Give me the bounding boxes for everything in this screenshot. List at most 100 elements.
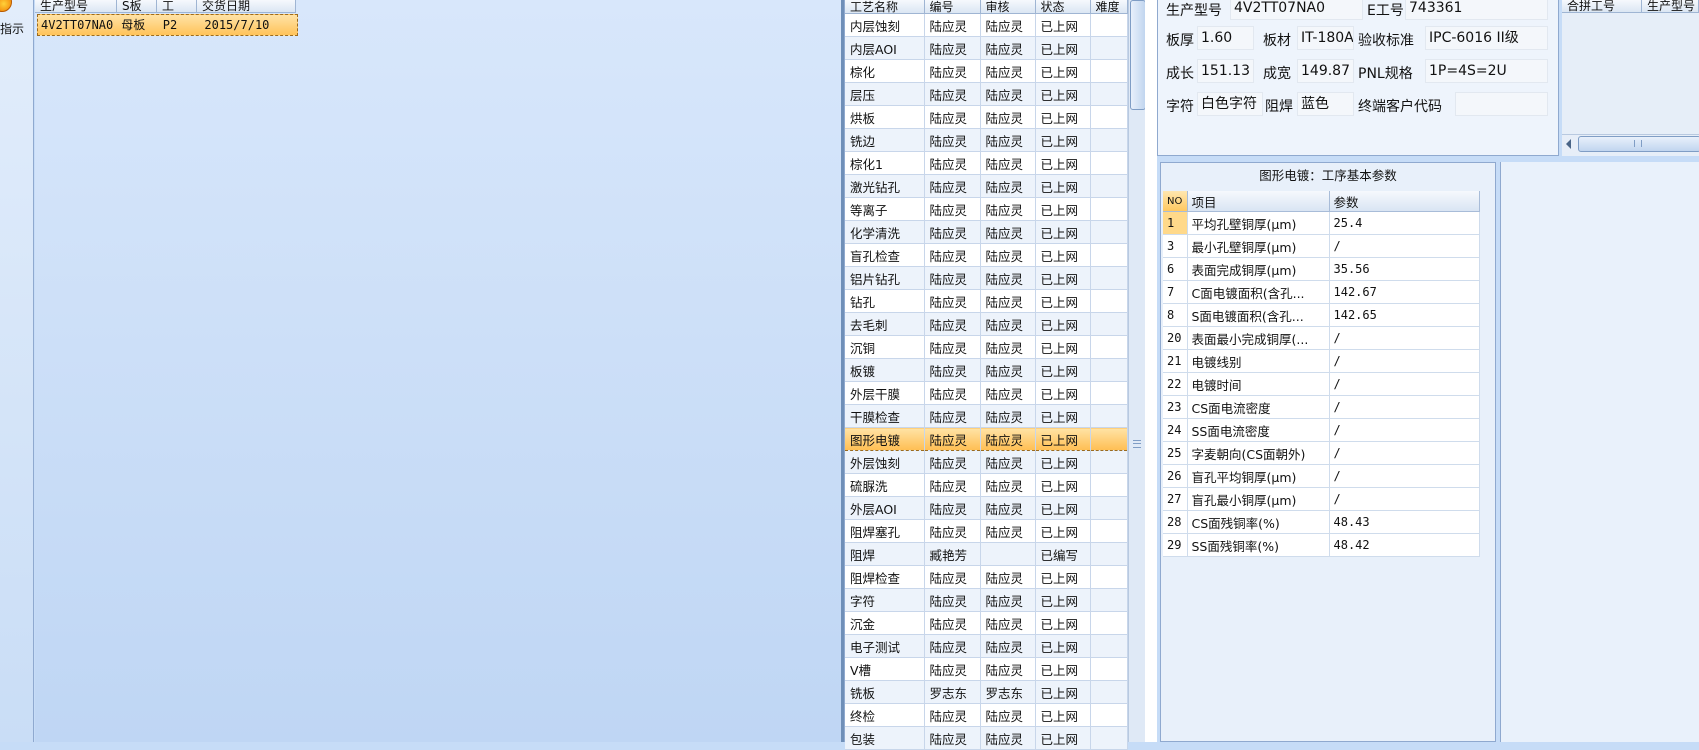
table-row[interactable]: 阻焊 臧艳芳 已编写 xyxy=(845,542,1128,566)
table-row[interactable]: 25 字麦朝向(CS面朝外) / xyxy=(1163,441,1480,465)
cell-difficulty xyxy=(1090,220,1128,244)
table-row[interactable]: 激光钻孔 陆应灵 陆应灵 已上网 xyxy=(845,174,1128,198)
table-row[interactable]: 板镀 陆应灵 陆应灵 已上网 xyxy=(845,358,1128,382)
cell-code: 陆应灵 xyxy=(924,266,981,290)
column-header-param[interactable]: 参数 xyxy=(1329,191,1480,212)
table-row[interactable]: V槽 陆应灵 陆应灵 已上网 xyxy=(845,657,1128,681)
table-row[interactable]: 图形电镀 陆应灵 陆应灵 已上网 xyxy=(845,427,1128,451)
thickness-field: 1.60 xyxy=(1197,26,1254,50)
table-row[interactable]: 层压 陆应灵 陆应灵 已上网 xyxy=(845,82,1128,106)
table-row[interactable]: 盲孔检查 陆应灵 陆应灵 已上网 xyxy=(845,243,1128,267)
instruction-label[interactable]: 指示 xyxy=(0,20,24,37)
column-header-no[interactable]: NO xyxy=(1163,191,1188,212)
table-row[interactable]: 铣板 罗志东 罗志东 已上网 xyxy=(845,680,1128,704)
column-header-s-board[interactable]: S板 xyxy=(117,0,157,13)
column-header-delivery-date[interactable]: 交货日期 xyxy=(197,0,296,13)
cell-code: 陆应灵 xyxy=(924,634,981,658)
cell-status: 已上网 xyxy=(1035,634,1091,658)
cell-param: 48.42 xyxy=(1329,533,1480,557)
table-row[interactable]: 21 电镀线别 / xyxy=(1163,349,1480,373)
table-row[interactable]: 内层蚀刻 陆应灵 陆应灵 已上网 xyxy=(845,13,1128,37)
cell-difficulty xyxy=(1090,128,1128,152)
merge-panel-scrollbar[interactable] xyxy=(1562,134,1699,152)
cell-param: / xyxy=(1329,395,1480,419)
table-row[interactable]: 7 C面电镀面积(含孔... 142.67 xyxy=(1163,280,1480,304)
instruction-orb-icon[interactable] xyxy=(0,0,12,12)
table-row[interactable]: 钻孔 陆应灵 陆应灵 已上网 xyxy=(845,289,1128,313)
table-row[interactable]: 28 CS面残铜率(%) 48.43 xyxy=(1163,510,1480,534)
table-row[interactable]: 4V2TT07NA0 母板 P2 2015/7/10 xyxy=(37,14,298,36)
table-row[interactable]: 22 电镀时间 / xyxy=(1163,372,1480,396)
table-row[interactable]: 去毛刺 陆应灵 陆应灵 已上网 xyxy=(845,312,1128,336)
column-header-model[interactable]: 生产型号 xyxy=(35,0,117,13)
table-row[interactable]: 沉铜 陆应灵 陆应灵 已上网 xyxy=(845,335,1128,359)
column-header-merge-model[interactable]: 生产型号 xyxy=(1642,0,1699,13)
table-row[interactable]: 烘板 陆应灵 陆应灵 已上网 xyxy=(845,105,1128,129)
table-row[interactable]: 24 SS面电流密度 / xyxy=(1163,418,1480,442)
cell-status: 已上网 xyxy=(1035,427,1091,451)
cell-review: 陆应灵 xyxy=(980,312,1036,336)
table-row[interactable]: 内层AOI 陆应灵 陆应灵 已上网 xyxy=(845,36,1128,60)
table-row[interactable]: 干膜检查 陆应灵 陆应灵 已上网 xyxy=(845,404,1128,428)
cell-process: 棕化1 xyxy=(845,151,925,175)
table-row[interactable]: 26 盲孔平均铜厚(μm) / xyxy=(1163,464,1480,488)
table-row[interactable]: 电子测试 陆应灵 陆应灵 已上网 xyxy=(845,634,1128,658)
cell-difficulty xyxy=(1090,680,1128,704)
column-header-review[interactable]: 审核 xyxy=(980,0,1036,14)
table-row[interactable]: 6 表面完成铜厚(μm) 35.56 xyxy=(1163,257,1480,281)
table-row[interactable]: 铝片钻孔 陆应灵 陆应灵 已上网 xyxy=(845,266,1128,290)
cell-process: 激光钻孔 xyxy=(845,174,925,198)
scrollbar-thumb[interactable] xyxy=(1578,136,1699,152)
cell-item: 电镀线别 xyxy=(1187,349,1330,373)
table-row[interactable]: 字符 陆应灵 陆应灵 已上网 xyxy=(845,588,1128,612)
table-row[interactable]: 终检 陆应灵 陆应灵 已上网 xyxy=(845,703,1128,727)
table-row[interactable]: 硫脲洗 陆应灵 陆应灵 已上网 xyxy=(845,473,1128,497)
column-header-process[interactable]: 工艺名称 xyxy=(845,0,925,14)
table-row[interactable]: 阻焊塞孔 陆应灵 陆应灵 已上网 xyxy=(845,519,1128,543)
cell-code: 陆应灵 xyxy=(924,174,981,198)
table-row[interactable]: 阻焊检查 陆应灵 陆应灵 已上网 xyxy=(845,565,1128,589)
table-row[interactable]: 3 最小孔壁铜厚(μm) / xyxy=(1163,234,1480,258)
column-header-item[interactable]: 项目 xyxy=(1187,191,1330,212)
cell-item: 平均孔壁铜厚(μm) xyxy=(1187,211,1330,235)
cell-difficulty xyxy=(1090,381,1128,405)
cell-status: 已上网 xyxy=(1035,128,1091,152)
table-row[interactable]: 29 SS面残铜率(%) 48.42 xyxy=(1163,533,1480,557)
width-label: 成宽 xyxy=(1263,66,1291,82)
cell-review: 罗志东 xyxy=(980,680,1036,704)
cell-status: 已上网 xyxy=(1035,703,1091,727)
scrollbar-thumb[interactable] xyxy=(1130,0,1146,110)
cell-param: / xyxy=(1329,372,1480,396)
cell-process: 字符 xyxy=(845,588,925,612)
table-row[interactable]: 棕化 陆应灵 陆应灵 已上网 xyxy=(845,59,1128,83)
standard-label: 验收标准 xyxy=(1358,33,1414,49)
scroll-left-icon[interactable] xyxy=(1566,139,1571,149)
cell-review: 陆应灵 xyxy=(980,243,1036,267)
table-row[interactable]: 20 表面最小完成铜厚(... / xyxy=(1163,326,1480,350)
cell-item: 盲孔最小铜厚(μm) xyxy=(1187,487,1330,511)
column-header-work[interactable]: 工 xyxy=(157,0,197,13)
cell-review: 陆应灵 xyxy=(980,13,1036,37)
table-row[interactable]: 沉金 陆应灵 陆应灵 已上网 xyxy=(845,611,1128,635)
table-row[interactable]: 27 盲孔最小铜厚(μm) / xyxy=(1163,487,1480,511)
column-header-status[interactable]: 状态 xyxy=(1035,0,1091,14)
table-row[interactable]: 外层蚀刻 陆应灵 陆应灵 已上网 xyxy=(845,450,1128,474)
table-row[interactable]: 外层干膜 陆应灵 陆应灵 已上网 xyxy=(845,381,1128,405)
cell-difficulty xyxy=(1090,404,1128,428)
column-header-difficulty[interactable]: 难度 xyxy=(1090,0,1128,14)
cell-code: 陆应灵 xyxy=(924,243,981,267)
column-header-merge-no[interactable]: 合拼工号 xyxy=(1562,0,1642,13)
table-row[interactable]: 铣边 陆应灵 陆应灵 已上网 xyxy=(845,128,1128,152)
table-row[interactable]: 包装 陆应灵 陆应灵 已上网 xyxy=(845,726,1128,750)
cell-param: / xyxy=(1329,349,1480,373)
cell-param: 35.56 xyxy=(1329,257,1480,281)
table-row[interactable]: 8 S面电镀面积(含孔... 142.65 xyxy=(1163,303,1480,327)
table-row[interactable]: 等离子 陆应灵 陆应灵 已上网 xyxy=(845,197,1128,221)
table-row[interactable]: 1 平均孔壁铜厚(μm) 25.4 xyxy=(1163,211,1480,235)
table-row[interactable]: 外层AOI 陆应灵 陆应灵 已上网 xyxy=(845,496,1128,520)
process-list-scrollbar[interactable] xyxy=(1128,0,1146,742)
table-row[interactable]: 化学清洗 陆应灵 陆应灵 已上网 xyxy=(845,220,1128,244)
table-row[interactable]: 棕化1 陆应灵 陆应灵 已上网 xyxy=(845,151,1128,175)
column-header-code[interactable]: 编号 xyxy=(924,0,981,14)
table-row[interactable]: 23 CS面电流密度 / xyxy=(1163,395,1480,419)
